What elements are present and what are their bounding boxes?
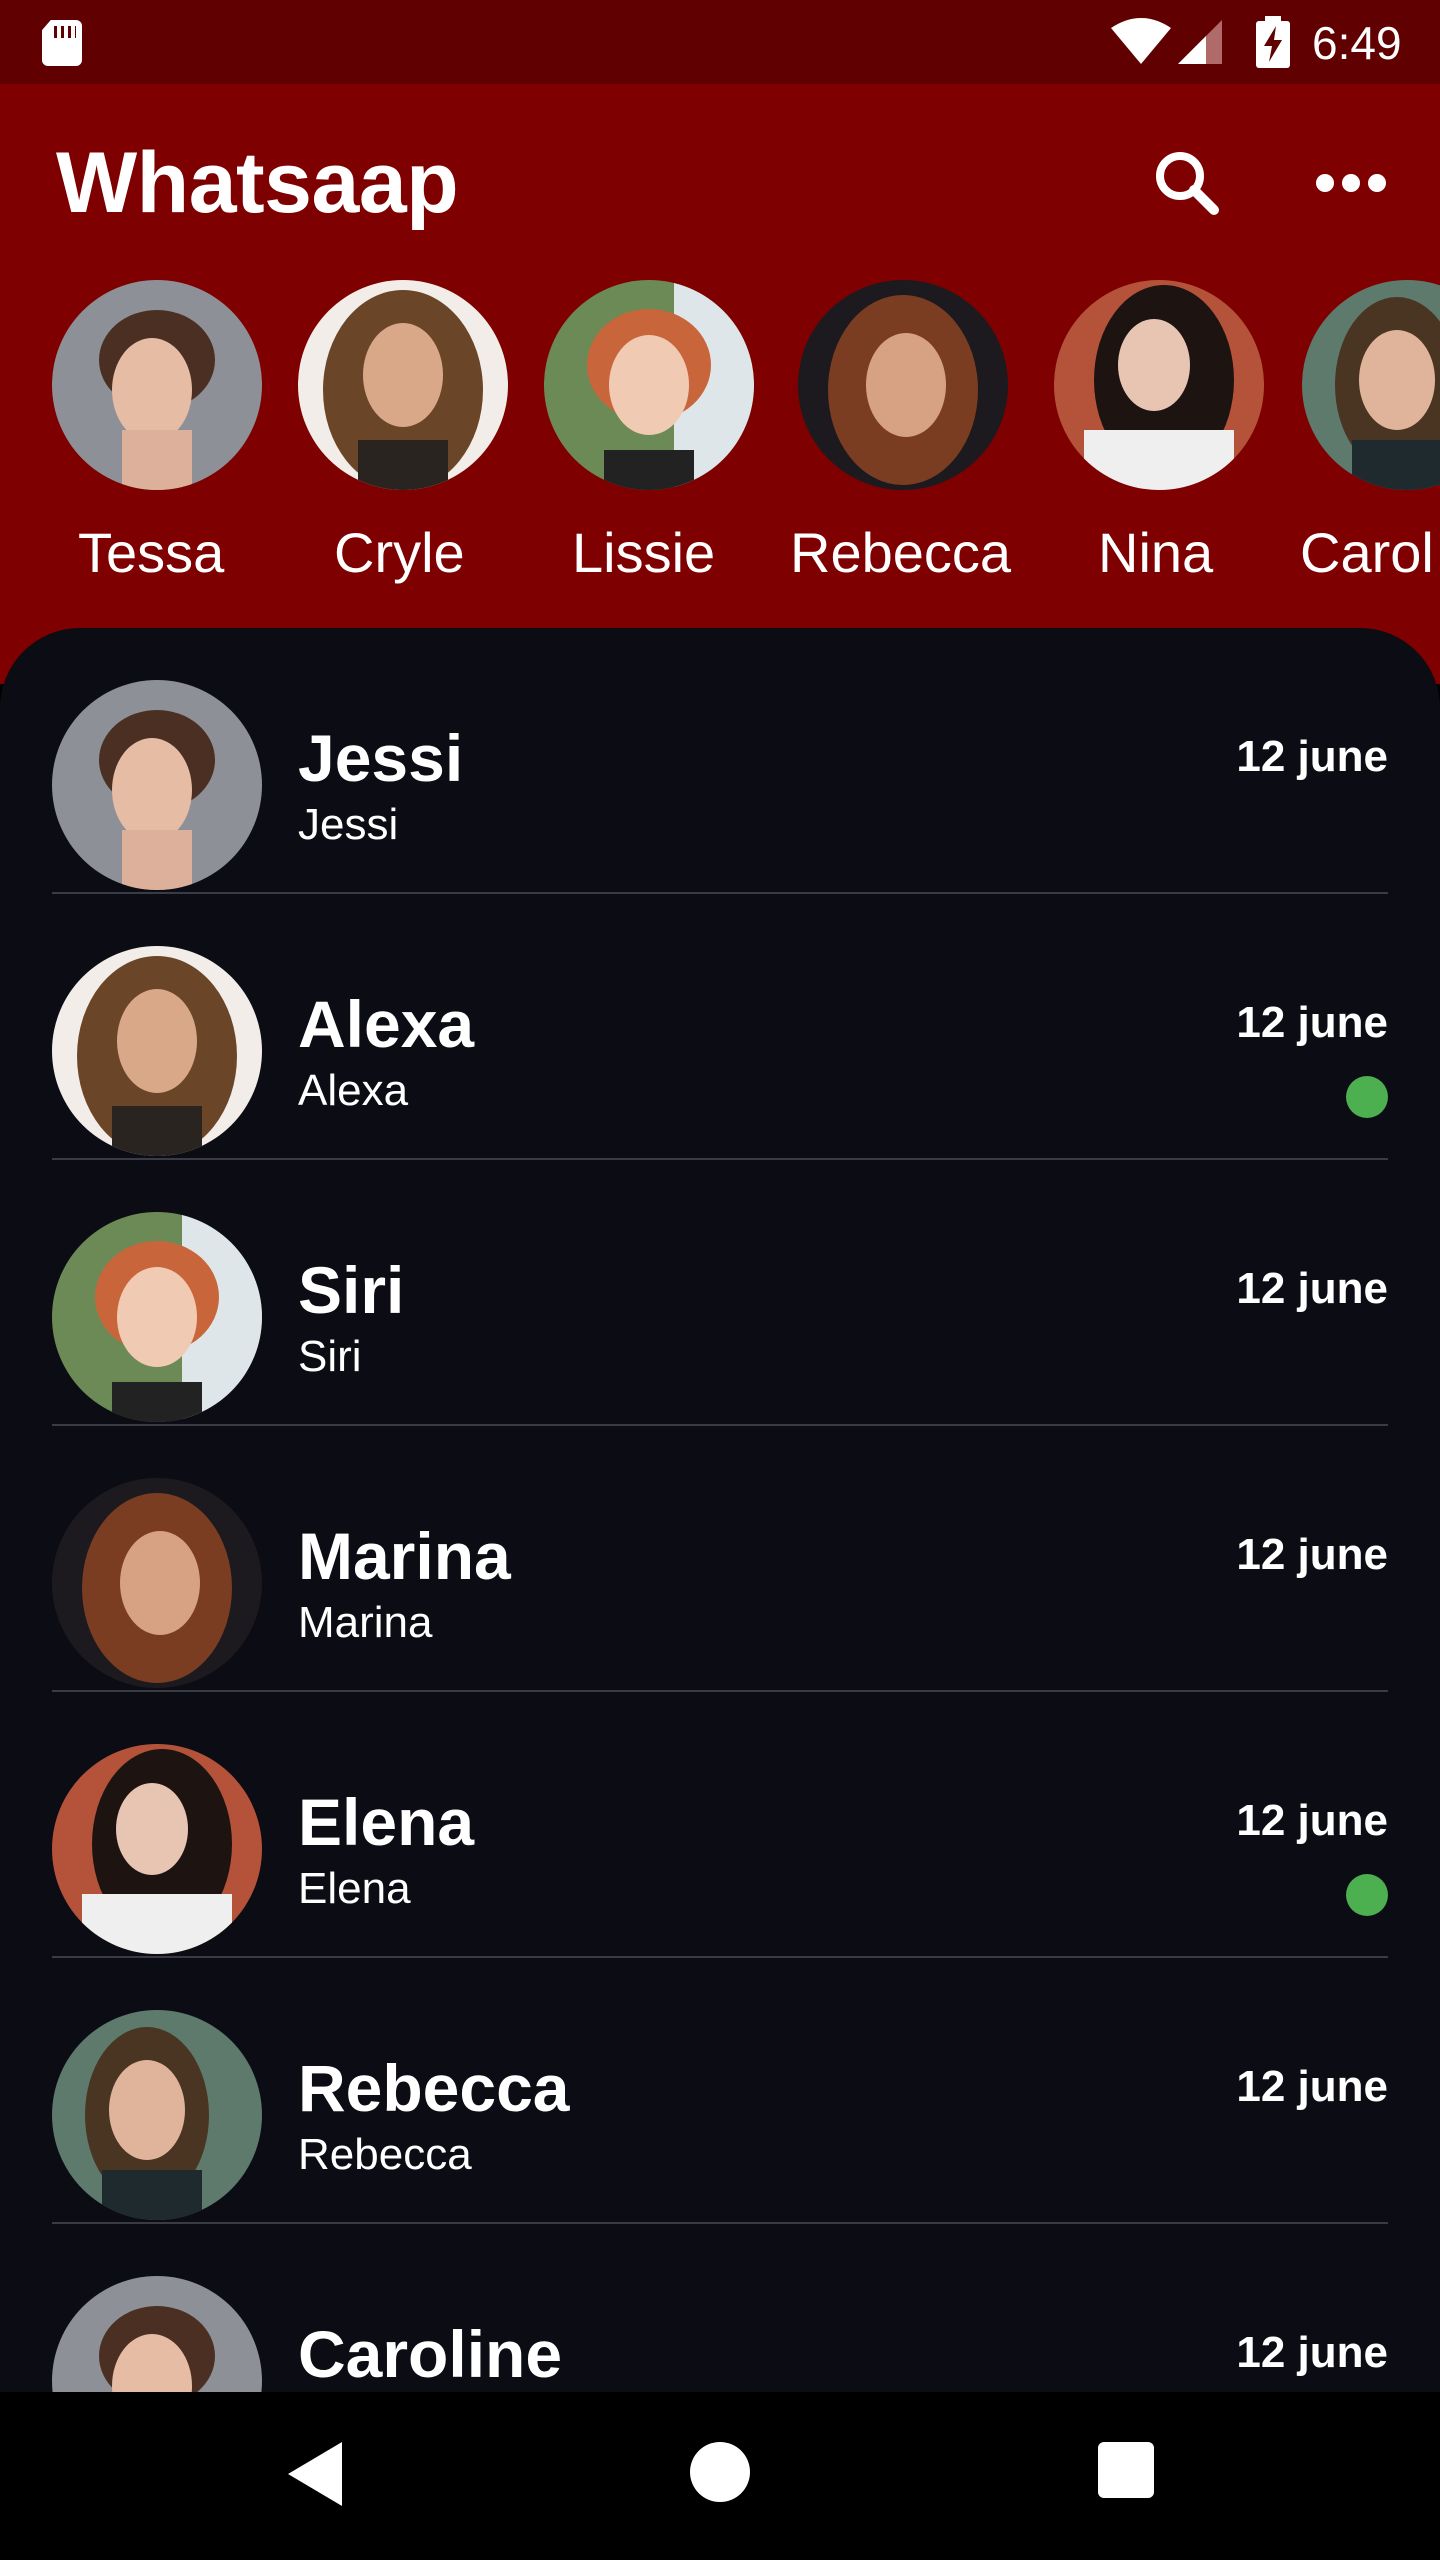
more-options-button[interactable] xyxy=(1306,138,1396,228)
story-name: Tessa xyxy=(78,521,225,584)
chat-row[interactable]: Caroline 12 june xyxy=(0,2224,1440,2392)
chat-name: Caroline xyxy=(298,2317,563,2391)
chat-message: Marina xyxy=(298,1598,433,1647)
avatar xyxy=(52,1744,262,1954)
chat-row[interactable]: Alexa Alexa 12 june xyxy=(0,894,1440,1160)
chat-date: 12 june xyxy=(1236,2062,1388,2111)
online-indicator xyxy=(1346,1076,1388,1118)
avatar xyxy=(52,2276,262,2392)
chat-name: Rebecca xyxy=(298,2051,570,2125)
chat-message: Rebecca xyxy=(298,2130,472,2179)
avatar xyxy=(1054,280,1264,490)
chat-row[interactable]: Jessi Jessi 12 june xyxy=(0,628,1440,894)
recents-icon[interactable] xyxy=(1098,2442,1154,2498)
story-name: Lissie xyxy=(572,521,716,584)
chat-name: Elena xyxy=(298,1785,475,1859)
navigation-bar xyxy=(0,2392,1440,2560)
chat-date: 12 june xyxy=(1236,2328,1388,2377)
chat-list: Jessi Jessi 12 june Alexa Alexa 12 june … xyxy=(0,628,1440,2392)
stories-row: Tessa Cryle Lissie Rebecca Nina Carol xyxy=(0,280,1440,680)
app-title: Whatsaap xyxy=(56,135,459,231)
story-name: Nina xyxy=(1098,521,1214,584)
story-name: Carol xyxy=(1300,521,1434,584)
avatar xyxy=(52,2010,262,2220)
more-horizontal-icon xyxy=(1316,174,1334,192)
status-time: 6:49 xyxy=(1312,17,1402,69)
more-dot xyxy=(1342,174,1360,192)
chat-row[interactable]: Marina Marina 12 june xyxy=(0,1426,1440,1692)
online-indicator xyxy=(1346,1874,1388,1916)
wifi-icon xyxy=(1111,18,1171,64)
chat-date: 12 june xyxy=(1236,1796,1388,1845)
story-name: Cryle xyxy=(334,521,465,584)
avatar xyxy=(52,1478,262,1688)
chat-date: 12 june xyxy=(1236,732,1388,781)
chat-row[interactable]: Rebecca Rebecca 12 june xyxy=(0,1958,1440,2224)
sd-card-icon xyxy=(42,20,82,66)
chat-name: Marina xyxy=(298,1519,511,1593)
signal-icon xyxy=(1178,20,1222,64)
chat-message: Jessi xyxy=(298,800,399,849)
back-icon[interactable] xyxy=(288,2442,342,2506)
chat-date: 12 june xyxy=(1236,998,1388,1047)
avatar xyxy=(1302,280,1440,490)
story-name: Rebecca xyxy=(790,521,1012,584)
chat-message: Alexa xyxy=(298,1066,409,1115)
avatar xyxy=(298,280,508,490)
chat-name: Siri xyxy=(298,1253,405,1327)
search-icon[interactable] xyxy=(1142,138,1232,228)
chat-date: 12 june xyxy=(1236,1530,1388,1579)
avatar xyxy=(52,1212,262,1422)
avatar xyxy=(52,946,262,1156)
avatar xyxy=(798,280,1008,490)
more-dot xyxy=(1368,174,1386,192)
chat-name: Alexa xyxy=(298,987,475,1061)
home-icon[interactable] xyxy=(690,2442,750,2502)
chat-message: Siri xyxy=(298,1332,362,1381)
avatar xyxy=(52,680,262,890)
avatar xyxy=(544,280,754,490)
status-bar: 6:49 xyxy=(0,0,1440,84)
chat-row[interactable]: Elena Elena 12 june xyxy=(0,1692,1440,1958)
chat-date: 12 june xyxy=(1236,1264,1388,1313)
chat-row[interactable]: Siri Siri 12 june xyxy=(0,1160,1440,1426)
app-header: Whatsaap Tessa Cryle Lissie Rebecca Nina… xyxy=(0,84,1440,684)
battery-charging-icon xyxy=(1256,16,1290,68)
avatar xyxy=(52,280,262,490)
chat-name: Jessi xyxy=(298,721,464,795)
chat-message: Elena xyxy=(298,1864,411,1913)
